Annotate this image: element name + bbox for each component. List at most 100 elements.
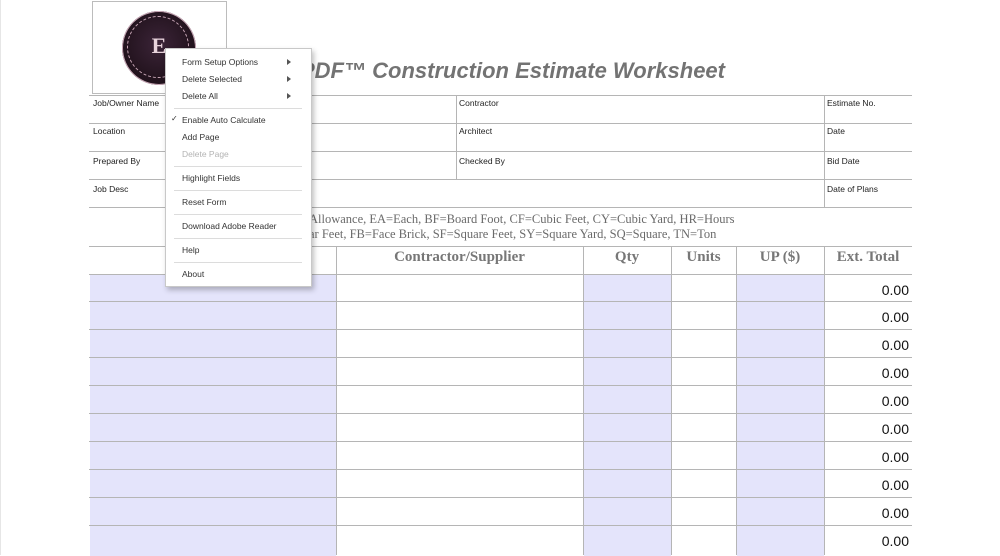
ext-total-field[interactable]: 0.00: [825, 526, 912, 556]
supplier-field[interactable]: [337, 302, 583, 330]
ext-total-value: 0.00: [881, 309, 909, 325]
date-field[interactable]: Date: [827, 126, 845, 136]
ext-total-field[interactable]: 0.00: [825, 358, 912, 386]
menu-item-delete-selected[interactable]: Delete Selected: [182, 74, 242, 84]
menu-item-highlight-fields[interactable]: Highlight Fields: [182, 173, 240, 183]
unit-price-field[interactable]: [737, 526, 824, 556]
qty-field[interactable]: [584, 526, 671, 556]
menu-item-delete-all[interactable]: Delete All: [182, 91, 218, 101]
description-field[interactable]: [90, 526, 336, 556]
qty-field[interactable]: [584, 498, 671, 526]
units-field[interactable]: [672, 470, 736, 498]
unit-price-field[interactable]: [737, 470, 824, 498]
description-field[interactable]: [90, 470, 336, 498]
job-owner-name-field[interactable]: Job/Owner Name: [93, 98, 159, 108]
units-legend-line-1: Allowance, EA=Each, BF=Board Foot, CF=Cu…: [309, 212, 735, 226]
unit-price-field[interactable]: [737, 442, 824, 470]
menu-item-label: Delete Selected: [182, 74, 243, 84]
description-field[interactable]: [90, 386, 336, 414]
units-field[interactable]: [672, 526, 736, 556]
unit-price-field[interactable]: [737, 330, 824, 358]
units-field[interactable]: [672, 330, 736, 358]
ext-total-field[interactable]: 0.00: [825, 275, 912, 302]
menu-item-label: Enable Auto Calculate: [182, 115, 266, 125]
bid-date-field[interactable]: Bid Date: [827, 156, 860, 166]
description-field[interactable]: [90, 330, 336, 358]
supplier-field[interactable]: [337, 330, 583, 358]
qty-field[interactable]: [584, 302, 671, 330]
units-legend-line-2: ar Feet, FB=Face Brick, SF=Square Feet, …: [309, 227, 717, 241]
unit-price-field[interactable]: [737, 386, 824, 414]
supplier-field[interactable]: [337, 442, 583, 470]
supplier-field[interactable]: [337, 275, 583, 302]
location-field[interactable]: Location: [93, 126, 125, 136]
menu-item-delete-page[interactable]: Delete Page: [182, 149, 229, 159]
menu-separator: [174, 238, 302, 239]
menu-item-label: Add Page: [182, 132, 220, 142]
units-field[interactable]: [672, 358, 736, 386]
units-field[interactable]: [672, 386, 736, 414]
ext-total-value: 0.00: [881, 421, 909, 437]
description-field[interactable]: [90, 498, 336, 526]
ext-total-field[interactable]: 0.00: [825, 302, 912, 330]
supplier-field[interactable]: [337, 526, 583, 556]
units-field[interactable]: [672, 414, 736, 442]
qty-field[interactable]: [584, 386, 671, 414]
units-field[interactable]: [672, 498, 736, 526]
menu-item-about[interactable]: About: [182, 269, 204, 279]
unit-price-field[interactable]: [737, 302, 824, 330]
description-field[interactable]: [90, 414, 336, 442]
units-field[interactable]: [672, 302, 736, 330]
qty-field[interactable]: [584, 442, 671, 470]
ext-total-field[interactable]: 0.00: [825, 386, 912, 414]
ext-total-field[interactable]: 0.00: [825, 498, 912, 526]
ext-total-value: 0.00: [881, 337, 909, 353]
menu-item-form-setup-options[interactable]: Form Setup Options: [182, 57, 258, 67]
description-field[interactable]: [90, 302, 336, 330]
supplier-field[interactable]: [337, 386, 583, 414]
ext-total-field[interactable]: 0.00: [825, 330, 912, 358]
unit-price-field[interactable]: [737, 358, 824, 386]
ext-total-field[interactable]: 0.00: [825, 470, 912, 498]
prepared-by-field[interactable]: Prepared By: [93, 156, 140, 166]
menu-item-add-page[interactable]: Add Page: [182, 132, 219, 142]
ext-total-field[interactable]: 0.00: [825, 442, 912, 470]
unit-price-field[interactable]: [737, 275, 824, 302]
supplier-field[interactable]: [337, 498, 583, 526]
qty-field[interactable]: [584, 275, 671, 302]
job-desc-field[interactable]: Job Desc: [93, 184, 128, 194]
description-field[interactable]: [90, 358, 336, 386]
units-field[interactable]: [672, 442, 736, 470]
menu-item-enable-auto-calculate[interactable]: Enable Auto Calculate: [182, 115, 266, 125]
menu-item-help[interactable]: Help: [182, 245, 199, 255]
menu-item-label: Highlight Fields: [182, 173, 241, 183]
unit-price-field[interactable]: [737, 414, 824, 442]
supplier-field[interactable]: [337, 414, 583, 442]
architect-field[interactable]: Architect: [459, 126, 492, 136]
menu-separator: [174, 190, 302, 191]
description-field[interactable]: [90, 442, 336, 470]
ext-total-value: 0.00: [881, 477, 909, 493]
estimate-no-field[interactable]: Estimate No.: [827, 98, 876, 108]
menu-item-reset-form[interactable]: Reset Form: [182, 197, 226, 207]
ext-total-field[interactable]: 0.00: [825, 414, 912, 442]
ext-total-value: 0.00: [881, 365, 909, 381]
units-field[interactable]: [672, 275, 736, 302]
supplier-field[interactable]: [337, 358, 583, 386]
date-of-plans-field[interactable]: Date of Plans: [827, 184, 878, 194]
qty-field[interactable]: [584, 414, 671, 442]
qty-field[interactable]: [584, 470, 671, 498]
contractor-field[interactable]: Contractor: [459, 98, 499, 108]
menu-item-download-adobe-reader[interactable]: Download Adobe Reader: [182, 221, 277, 231]
qty-field[interactable]: [584, 358, 671, 386]
table-row: 0.00: [89, 413, 912, 442]
ext-total-value: 0.00: [881, 449, 909, 465]
menu-item-label: Form Setup Options: [182, 57, 259, 67]
table-row: 0.00: [89, 329, 912, 358]
submenu-arrow-icon: [287, 76, 291, 82]
qty-field[interactable]: [584, 330, 671, 358]
unit-price-field[interactable]: [737, 498, 824, 526]
supplier-field[interactable]: [337, 470, 583, 498]
checked-by-field[interactable]: Checked By: [459, 156, 505, 166]
menu-separator: [174, 166, 302, 167]
